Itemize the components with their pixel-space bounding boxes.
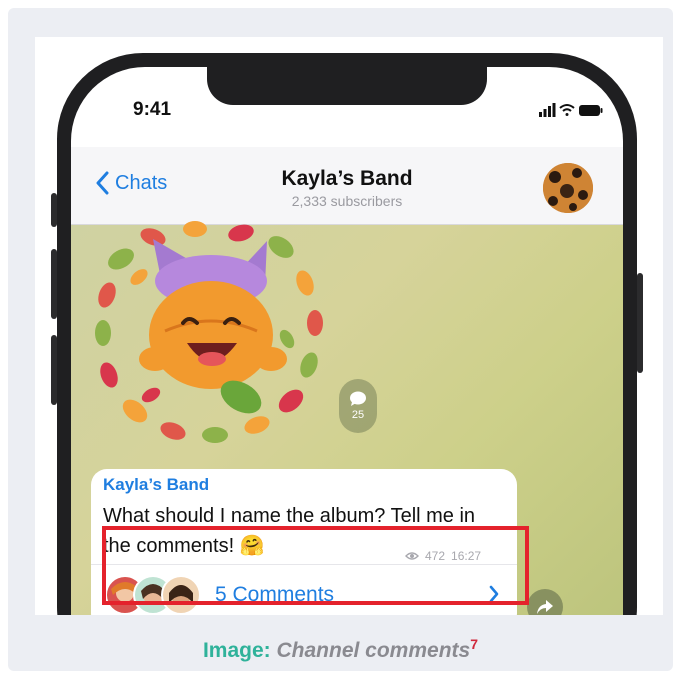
caption-text: Channel comments xyxy=(276,639,471,662)
caption-footnote-link[interactable]: 7 xyxy=(470,636,478,652)
comments-highlight-box xyxy=(102,526,529,605)
phone-volume-down xyxy=(51,335,57,405)
pumpkin-cat-character xyxy=(139,239,287,414)
chat-header: Chats Kayla’s Band 2,333 subscribers xyxy=(71,147,623,225)
channel-title[interactable]: Kayla’s Band xyxy=(71,167,623,191)
pumpkin-cat-sticker[interactable] xyxy=(91,219,331,449)
status-time: 9:41 xyxy=(133,99,172,120)
sticker-comments-button[interactable]: 25 xyxy=(339,379,377,433)
phone-volume-up xyxy=(51,249,57,319)
share-icon xyxy=(537,600,553,614)
figure-caption: Image: Channel comments7 xyxy=(0,636,681,663)
phone-mute-switch xyxy=(51,193,57,227)
channel-avatar[interactable] xyxy=(543,163,593,213)
battery-icon xyxy=(579,105,603,116)
phone-power-button xyxy=(637,273,643,373)
sticker-comment-count: 25 xyxy=(351,409,365,421)
status-icons xyxy=(539,103,603,117)
subscriber-count: 2,333 subscribers xyxy=(291,193,403,209)
signal-icon xyxy=(539,103,556,117)
wifi-icon xyxy=(559,104,575,116)
message-author: Kayla’s Band xyxy=(103,475,210,494)
phone-notch xyxy=(207,67,487,105)
comment-icon xyxy=(350,391,366,406)
caption-label: Image: xyxy=(202,639,271,662)
leopard-avatar-image xyxy=(543,163,593,213)
share-button[interactable] xyxy=(527,589,563,615)
